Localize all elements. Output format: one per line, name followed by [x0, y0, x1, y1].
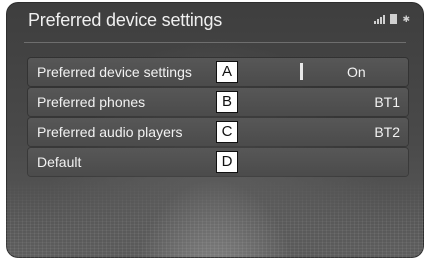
toggle-indicator: [300, 63, 303, 80]
title-divider: [24, 42, 406, 43]
callout-d: D: [216, 151, 238, 173]
page-title: Preferred device settings: [28, 10, 223, 30]
callout-c: C: [216, 121, 238, 143]
toggle-state-label: On: [347, 64, 366, 80]
status-bar: ✱: [374, 14, 410, 24]
battery-icon: [390, 14, 398, 24]
row-label: Preferred device settings: [37, 64, 192, 80]
default-row[interactable]: Default D: [28, 148, 408, 176]
callout-a: A: [216, 61, 238, 83]
preferred-phones-row[interactable]: Preferred phones B BT1: [28, 88, 408, 116]
callout-b: B: [216, 91, 238, 113]
row-value: BT2: [374, 124, 400, 140]
row-label: Preferred audio players: [37, 124, 183, 140]
row-label: Default: [37, 154, 82, 170]
preferred-device-settings-row[interactable]: Preferred device settings A On: [28, 58, 408, 86]
signal-icon: [374, 15, 386, 24]
row-value: BT1: [374, 94, 400, 110]
row-label: Preferred phones: [37, 94, 146, 110]
background-texture: [6, 178, 424, 258]
preferred-audio-players-row[interactable]: Preferred audio players C BT2: [28, 118, 408, 146]
settings-screen: Preferred device settings ✱ Preferred de…: [6, 2, 424, 258]
bluetooth-icon: ✱: [402, 14, 410, 24]
